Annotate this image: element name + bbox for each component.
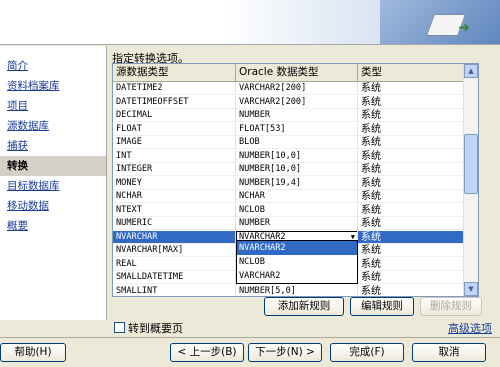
source-type-cell: NVARCHAR[MAX] bbox=[113, 244, 236, 257]
table-row[interactable]: DATETIME2 VARCHAR2[200] 系统 bbox=[113, 82, 478, 95]
dropdown-option[interactable]: NVARCHAR2 bbox=[237, 241, 357, 255]
nav-item-capture[interactable]: 捕获 bbox=[0, 136, 106, 156]
type-cell: 系统 bbox=[358, 136, 464, 149]
cancel-button[interactable]: 取消 bbox=[412, 343, 486, 362]
oracle-type-cell[interactable]: BLOB bbox=[236, 136, 358, 149]
nav-item-source-db[interactable]: 源数据库 bbox=[0, 116, 106, 136]
type-cell: 系统 bbox=[358, 203, 464, 217]
delete-rule-button[interactable]: 删除规则 bbox=[420, 297, 482, 316]
oracle-type-cell[interactable]: VARCHAR2[200] bbox=[236, 82, 358, 95]
back-button[interactable]: < 上一步(B) bbox=[170, 343, 244, 362]
oracle-type-cell[interactable]: FLOAT[53] bbox=[236, 122, 358, 136]
column-header-source-type[interactable]: 源数据类型 bbox=[113, 64, 236, 81]
column-header-type[interactable]: 类型 bbox=[358, 64, 464, 81]
type-cell: 系统 bbox=[358, 163, 464, 176]
source-type-cell: DATETIME2 bbox=[113, 82, 236, 95]
advanced-options-link[interactable]: 高级选项 bbox=[448, 320, 492, 336]
next-button[interactable]: 下一步(N) > bbox=[248, 343, 322, 362]
source-type-cell: INTEGER bbox=[113, 163, 236, 176]
banner-divider bbox=[0, 44, 500, 45]
oracle-type-cell[interactable]: NUMBER[10,0] bbox=[236, 149, 358, 163]
oracle-type-cell[interactable]: VARCHAR2[200] bbox=[236, 95, 358, 109]
nav-item-summary[interactable]: 概要 bbox=[0, 216, 106, 236]
goto-summary-label: 转到概要页 bbox=[128, 322, 183, 335]
oracle-type-cell[interactable]: NUMBER bbox=[236, 217, 358, 230]
table-scrollbar[interactable]: ▲ ▼ bbox=[463, 64, 478, 296]
finish-button[interactable]: 完成(F) bbox=[330, 343, 404, 362]
table-row[interactable]: FLOAT FLOAT[53] 系统 bbox=[113, 122, 478, 136]
source-type-cell: NVARCHAR bbox=[113, 230, 236, 244]
table-row[interactable]: IMAGE BLOB 系统 bbox=[113, 136, 478, 149]
banner-illustration: ➜ bbox=[380, 0, 500, 44]
oracle-type-dropdown-list: NVARCHAR2 NCLOB VARCHAR2 bbox=[236, 240, 358, 284]
nav-item-repository[interactable]: 资料档案库 bbox=[0, 76, 106, 96]
table-row[interactable]: MONEY NUMBER[19,4] 系统 bbox=[113, 176, 478, 190]
column-header-oracle-type[interactable]: Oracle 数据类型 bbox=[236, 64, 358, 81]
source-type-cell: MONEY bbox=[113, 176, 236, 190]
oracle-type-cell[interactable]: NCLOB bbox=[236, 203, 358, 217]
dropdown-option[interactable]: NCLOB bbox=[237, 255, 357, 269]
table-row[interactable]: INTEGER NUMBER[10,0] 系统 bbox=[113, 163, 478, 176]
source-type-cell: REAL bbox=[113, 257, 236, 271]
type-cell: 系统 bbox=[358, 190, 464, 203]
source-type-cell: IMAGE bbox=[113, 136, 236, 149]
help-button[interactable]: 帮助(H) bbox=[0, 343, 66, 362]
dropdown-option[interactable]: VARCHAR2 bbox=[237, 269, 357, 283]
table-row[interactable]: NCHAR NCHAR 系统 bbox=[113, 190, 478, 203]
type-cell: 系统 bbox=[358, 257, 464, 271]
source-type-cell: NCHAR bbox=[113, 190, 236, 203]
nav-item-target-db[interactable]: 目标数据库 bbox=[0, 176, 106, 196]
type-cell: 系统 bbox=[358, 176, 464, 190]
type-cell: 系统 bbox=[358, 122, 464, 136]
arrow-icon: ➜ bbox=[458, 20, 470, 36]
scroll-down-icon[interactable]: ▼ bbox=[464, 282, 478, 296]
type-cell: 系统 bbox=[358, 82, 464, 95]
edit-rule-button[interactable]: 编辑规则 bbox=[350, 297, 414, 316]
type-cell: 系统 bbox=[358, 149, 464, 163]
type-cell: 系统 bbox=[358, 284, 464, 296]
type-cell: 系统 bbox=[358, 109, 464, 122]
source-type-cell: NTEXT bbox=[113, 203, 236, 217]
nav-item-move-data[interactable]: 移动数据 bbox=[0, 196, 106, 216]
wizard-steps-nav: 简介 资料档案库 项目 源数据库 捕获 转换 目标数据库 移动数据 概要 bbox=[0, 46, 107, 320]
source-type-cell: FLOAT bbox=[113, 122, 236, 136]
table-row[interactable]: NUMERIC NUMBER 系统 bbox=[113, 217, 478, 230]
add-rule-button[interactable]: 添加新规则 bbox=[264, 297, 344, 316]
oracle-type-cell[interactable]: NUMBER[5,0] bbox=[236, 284, 358, 296]
type-cell: 系统 bbox=[358, 95, 464, 109]
table-row[interactable]: DATETIMEOFFSET VARCHAR2[200] 系统 bbox=[113, 95, 478, 109]
scroll-up-icon[interactable]: ▲ bbox=[464, 64, 478, 78]
source-type-cell: SMALLINT bbox=[113, 284, 236, 296]
footer-divider bbox=[0, 337, 500, 338]
wizard-banner: ➜ bbox=[0, 0, 500, 44]
type-cell: 系统 bbox=[358, 230, 464, 244]
source-type-cell: INT bbox=[113, 149, 236, 163]
nav-item-intro[interactable]: 简介 bbox=[0, 56, 106, 76]
source-type-cell: SMALLDATETIME bbox=[113, 271, 236, 284]
type-cell: 系统 bbox=[358, 217, 464, 230]
nav-item-project[interactable]: 项目 bbox=[0, 96, 106, 116]
source-type-cell: DECIMAL bbox=[113, 109, 236, 122]
source-type-cell: DATETIMEOFFSET bbox=[113, 95, 236, 109]
scroll-thumb[interactable] bbox=[464, 134, 478, 194]
oracle-type-cell[interactable]: NUMBER[19,4] bbox=[236, 176, 358, 190]
source-type-cell: NUMERIC bbox=[113, 217, 236, 230]
table-row[interactable]: INT NUMBER[10,0] 系统 bbox=[113, 149, 478, 163]
table-row[interactable]: NTEXT NCLOB 系统 bbox=[113, 203, 478, 217]
oracle-type-cell[interactable]: NUMBER bbox=[236, 109, 358, 122]
table-row[interactable]: DECIMAL NUMBER 系统 bbox=[113, 109, 478, 122]
type-cell: 系统 bbox=[358, 271, 464, 284]
nav-item-convert[interactable]: 转换 bbox=[0, 156, 106, 176]
type-cell: 系统 bbox=[358, 244, 464, 257]
table-header: 源数据类型 Oracle 数据类型 类型 bbox=[113, 64, 478, 82]
goto-summary-checkbox[interactable] bbox=[114, 322, 125, 333]
oracle-type-cell[interactable]: NUMBER[10,0] bbox=[236, 163, 358, 176]
oracle-type-cell[interactable]: NCHAR bbox=[236, 190, 358, 203]
table-row[interactable]: SMALLINT NUMBER[5,0] 系统 bbox=[113, 284, 478, 296]
